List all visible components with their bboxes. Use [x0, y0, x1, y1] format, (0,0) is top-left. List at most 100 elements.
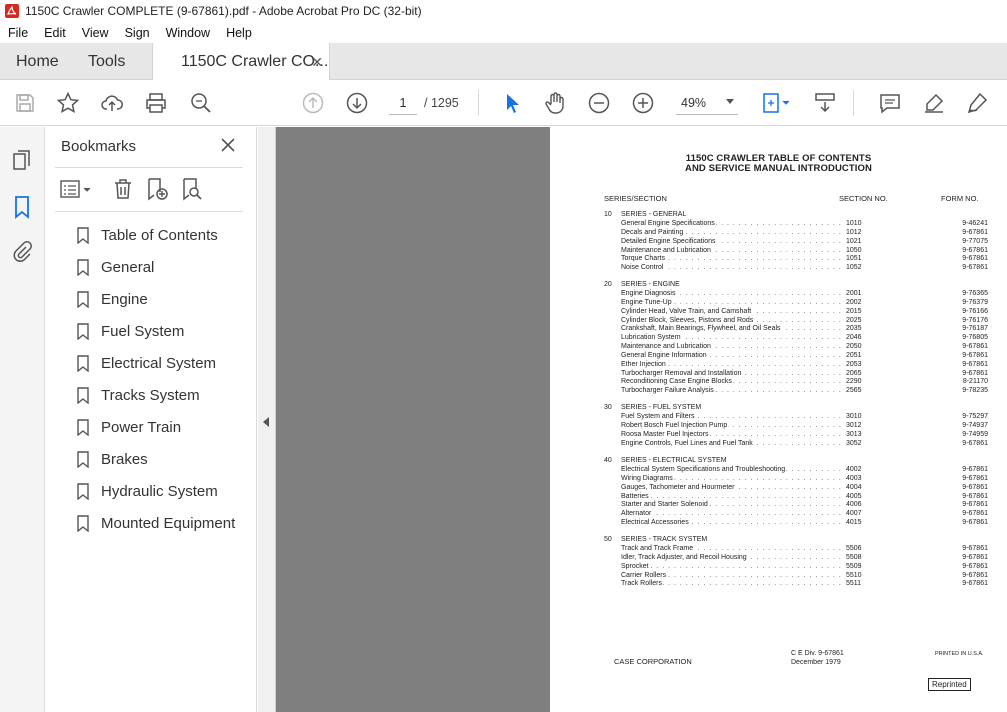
sign-pen-icon[interactable]	[964, 90, 990, 116]
bookmark-engine[interactable]: Engine	[77, 287, 148, 311]
delete-bookmark-icon[interactable]	[111, 177, 135, 201]
menu-file[interactable]: File	[0, 26, 36, 40]
toc-entry-title: Maintenance and Lubrication	[621, 246, 712, 256]
leader-dots: . . . . . . . . . . . . . . . . . . . . …	[621, 492, 844, 500]
section-number: 3052	[846, 439, 862, 447]
section-number: 2046	[846, 334, 862, 342]
fit-page-icon[interactable]	[758, 90, 792, 116]
bookmark-power-train[interactable]: Power Train	[77, 415, 181, 439]
window-title: 1150C Crawler COMPLETE (9-67861).pdf - A…	[25, 4, 422, 18]
toc-row: . . . . . . . . . . . . . . . . . . . . …	[604, 553, 988, 563]
bookmark-hydraulic-system[interactable]: Hydraulic System	[77, 479, 218, 503]
close-tab-icon[interactable]: ✕	[311, 54, 323, 71]
section-number: 4006	[846, 501, 862, 509]
bookmark-options-icon[interactable]	[60, 177, 94, 201]
zoom-search-icon[interactable]	[188, 90, 214, 116]
bookmark-label: Brakes	[101, 450, 148, 468]
bookmark-tracks-system[interactable]: Tracks System	[77, 383, 200, 407]
section-number: 4005	[846, 492, 862, 500]
toc-section: 40 SERIES - ELECTRICAL SYSTEM . . . . . . …	[604, 457, 988, 528]
bookmark-icon	[77, 386, 89, 404]
toc-row: . . . . . . . . . . . . . . . . . . . . …	[604, 237, 988, 247]
toc-entry-title: Carrier Rollers	[621, 571, 668, 581]
form-number: 9-67861	[962, 439, 988, 447]
bookmark-panel-icon[interactable]	[10, 195, 34, 219]
toc-entry-title: Noise Control	[621, 264, 665, 274]
bookmarks-toolbar	[45, 175, 257, 205]
zoom-in-icon[interactable]	[630, 90, 656, 116]
toc-entry-title: Maintenance and Lubrication	[621, 343, 712, 352]
form-number: 9-67861	[962, 545, 988, 552]
toc-row: . . . . . . . . . . . . . . . . . . . . …	[604, 228, 988, 238]
upload-cloud-icon[interactable]	[99, 90, 125, 116]
toc-row: . . . . . . . . . . . . . . . . . . . . …	[604, 430, 988, 440]
comment-icon[interactable]	[877, 90, 903, 116]
new-bookmark-icon[interactable]	[145, 177, 169, 201]
bookmark-general[interactable]: General	[77, 255, 154, 279]
highlight-pen-icon[interactable]	[921, 90, 947, 116]
section-number: 3010	[846, 413, 862, 420]
find-bookmark-icon[interactable]	[180, 177, 204, 201]
page-number-input[interactable]: 1	[389, 91, 417, 115]
section-number: 1012	[846, 228, 862, 236]
toc-row: . . . . . . . . . . . . . . . . . . . . …	[604, 298, 988, 308]
toc-row: . . . . . . . . . . . . . . . . . . . . …	[604, 378, 988, 388]
star-icon[interactable]	[55, 90, 81, 116]
form-number: 9-67861	[962, 519, 988, 527]
menu-help[interactable]: Help	[218, 26, 260, 40]
tab-home[interactable]: Home	[16, 43, 59, 80]
zoom-out-icon[interactable]	[586, 90, 612, 116]
section-number: 2065	[846, 369, 862, 377]
menu-view[interactable]: View	[74, 26, 117, 40]
form-number: 9-67861	[962, 571, 988, 579]
panel-collapse-handle[interactable]	[258, 127, 276, 712]
tab-tools[interactable]: Tools	[88, 43, 125, 80]
toc-entry-title: Batteries	[621, 492, 650, 502]
toc-entry-title: Electrical System Specifications and Tro…	[621, 466, 787, 475]
bookmarks-panel: Bookmarks Table of Contents General Engi…	[45, 127, 257, 712]
toc-row: . . . . . . . . . . . . . . . . . . . . …	[604, 360, 988, 370]
bookmark-fuel-system[interactable]: Fuel System	[77, 319, 184, 343]
bookmark-brakes[interactable]: Brakes	[77, 447, 148, 471]
save-icon[interactable]	[12, 90, 38, 116]
scroll-mode-icon[interactable]	[812, 90, 838, 116]
bookmark-mounted-equipment[interactable]: Mounted Equipment	[77, 511, 235, 535]
section-number: 2565	[846, 387, 862, 395]
series-number: 10	[604, 211, 612, 218]
next-page-icon[interactable]	[344, 90, 370, 116]
menu-window[interactable]: Window	[158, 26, 218, 40]
section-number: 2053	[846, 360, 862, 368]
section-number: 2290	[846, 378, 862, 386]
toc-row: . . . . . . . . . . . . . . . . . . . . …	[604, 307, 988, 317]
menu-bar: File Edit View Sign Window Help	[0, 22, 1007, 43]
zoom-level-dropdown[interactable]: 49%	[676, 91, 738, 115]
bookmark-label: Engine	[101, 290, 148, 308]
section-number: 5508	[846, 553, 862, 561]
series-name: SERIES - ENGINE	[621, 281, 680, 288]
bookmark-electrical-system[interactable]: Electrical System	[77, 351, 216, 375]
menu-sign[interactable]: Sign	[117, 26, 158, 40]
form-number: 9-67861	[962, 228, 988, 236]
page-total: / 1295	[424, 96, 459, 110]
page-thumbnails-icon[interactable]	[10, 148, 34, 172]
previous-page-icon[interactable]	[300, 90, 326, 116]
bookmark-label: Electrical System	[101, 354, 217, 372]
collapse-arrow-icon	[263, 417, 269, 427]
toc-entry-title: Ether Injection	[621, 360, 667, 370]
close-panel-icon[interactable]	[220, 137, 236, 153]
print-icon[interactable]	[143, 90, 169, 116]
form-number: 8-21170	[962, 378, 988, 386]
section-number: 5506	[846, 545, 862, 552]
series-number: 40	[604, 457, 612, 464]
bookmark-table-of-contents[interactable]: Table of Contents	[77, 223, 218, 247]
attachment-paperclip-icon[interactable]	[10, 240, 34, 264]
pdf-page: 1150C CRAWLER TABLE OF CONTENTS AND SERV…	[550, 127, 1007, 712]
tab-document[interactable]: 1150C Crawler CO... ✕	[152, 43, 330, 81]
select-cursor-icon[interactable]	[499, 90, 525, 116]
hand-tool-icon[interactable]	[542, 90, 568, 116]
toolbar-divider	[478, 90, 479, 116]
toc-entry-title: Wiring Diagrams	[621, 474, 674, 484]
menu-edit[interactable]: Edit	[36, 26, 74, 40]
section-number: 2001	[846, 290, 862, 297]
toc-entry-title: Sprocket	[621, 562, 650, 572]
